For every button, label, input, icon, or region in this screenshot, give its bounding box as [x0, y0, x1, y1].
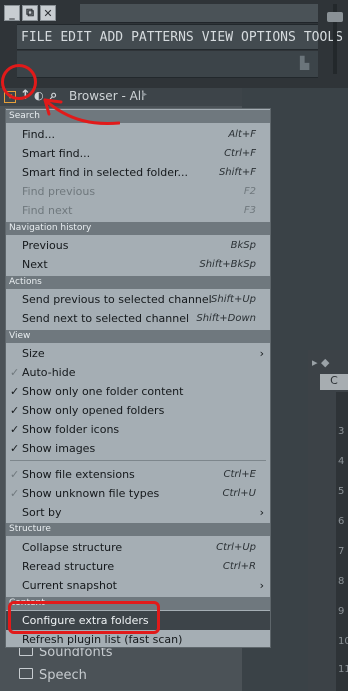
- master-volume-knob[interactable]: [327, 12, 343, 22]
- minimize-button[interactable]: _: [4, 5, 20, 21]
- annotation-box: [8, 601, 160, 634]
- annotation-arrow: [43, 98, 120, 125]
- menu-view[interactable]: VIEW: [202, 30, 233, 45]
- menu-item-folder-icons[interactable]: ✓ Show folder icons: [6, 420, 270, 439]
- menu-tools[interactable]: TOOLS: [304, 30, 343, 45]
- menu-item-smart-find[interactable]: Smart find... Ctrl+F: [6, 144, 270, 163]
- chevron-right-icon[interactable]: ▸: [142, 89, 147, 100]
- menu-add[interactable]: ADD: [100, 30, 123, 45]
- annotation-circle: [1, 64, 37, 100]
- section-header-structure: Structure: [6, 523, 270, 536]
- menu-item-next[interactable]: Next Shift+BkSp: [6, 255, 270, 274]
- submenu-arrow-icon: ›: [259, 347, 264, 360]
- checkmark-icon: ✓: [10, 366, 20, 379]
- menu-item-previous[interactable]: Previous BkSp: [6, 236, 270, 255]
- menu-item-size[interactable]: Size ›: [6, 344, 270, 363]
- submenu-arrow-icon: ›: [259, 506, 264, 519]
- section-header-navigation: Navigation history: [6, 222, 270, 235]
- menu-file[interactable]: FILE: [21, 30, 52, 45]
- menu-item-current-snapshot[interactable]: Current snapshot ›: [6, 576, 270, 595]
- menu-item-send-previous[interactable]: Send previous to selected channel Shift+…: [6, 290, 270, 309]
- submenu-arrow-icon: ›: [259, 579, 264, 592]
- app-top-bar: _ ⧉ ✕ FILE EDIT ADD PATTERNS VIEW OPTION…: [0, 0, 348, 88]
- menu-options[interactable]: OPTIONS: [241, 30, 296, 45]
- menu-item-reread-structure[interactable]: Reread structure Ctrl+R: [6, 557, 270, 576]
- menu-item-send-next[interactable]: Send next to selected channel Shift+Down: [6, 309, 270, 328]
- row-number: 3: [338, 426, 345, 437]
- menu-item-find-previous[interactable]: Find previous F2: [6, 182, 270, 201]
- checkmark-icon: ✓: [10, 404, 20, 417]
- column-header: C: [320, 374, 348, 390]
- close-button[interactable]: ✕: [40, 5, 56, 21]
- menu-item-auto-hide[interactable]: ✓ Auto-hide: [6, 363, 270, 382]
- folder-label: Speech: [39, 668, 87, 683]
- checkmark-icon: ✓: [10, 423, 20, 436]
- row-number: 4: [338, 456, 345, 467]
- row-number: 6: [338, 516, 345, 527]
- row-number: 9: [338, 606, 345, 617]
- menu-item-sort-by[interactable]: Sort by ›: [6, 503, 270, 522]
- checkmark-icon: ✓: [10, 385, 20, 398]
- plugin-icon[interactable]: ▙: [300, 56, 312, 70]
- browser-options-menu: Search Find... Alt+F Smart find... Ctrl+…: [5, 108, 271, 648]
- toolbar-strip: [17, 51, 318, 78]
- checkmark-icon: ✓: [10, 442, 20, 455]
- menu-item-unknown-file-types[interactable]: ✓ Show unknown file types Ctrl+U: [6, 484, 270, 503]
- menu-edit[interactable]: EDIT: [60, 30, 91, 45]
- row-number: 8: [338, 576, 345, 587]
- menu-separator: [10, 460, 266, 461]
- menu-patterns[interactable]: PATTERNS: [131, 30, 194, 45]
- section-header-view: View: [6, 330, 270, 343]
- row-number: 10: [338, 636, 348, 647]
- channel-rack-header: ▸ ◆: [312, 356, 330, 369]
- menu-item-opened-folders[interactable]: ✓ Show only opened folders: [6, 401, 270, 420]
- menu-item-collapse-structure[interactable]: Collapse structure Ctrl+Up: [6, 538, 270, 557]
- menu-item-smart-find-folder[interactable]: Smart find in selected folder... Shift+F: [6, 163, 270, 182]
- checkmark-icon: ✓: [10, 487, 20, 500]
- browser-folder-speech[interactable]: Speech: [19, 668, 87, 683]
- menu-item-find-next[interactable]: Find next F3: [6, 201, 270, 220]
- menu-item-show-images[interactable]: ✓ Show images: [6, 439, 270, 458]
- row-number: 5: [338, 486, 345, 497]
- title-strip: [80, 4, 318, 23]
- main-menubar: FILE EDIT ADD PATTERNS VIEW OPTIONS TOOL…: [17, 24, 343, 50]
- menu-item-one-folder[interactable]: ✓ Show only one folder content: [6, 382, 270, 401]
- menu-item-file-extensions[interactable]: ✓ Show file extensions Ctrl+E: [6, 465, 270, 484]
- section-header-actions: Actions: [6, 276, 270, 289]
- folder-icon: [19, 668, 33, 679]
- checkmark-icon: ✓: [10, 468, 20, 481]
- row-number: 7: [338, 546, 345, 557]
- restore-button[interactable]: ⧉: [22, 5, 38, 21]
- row-number: 11: [338, 664, 348, 675]
